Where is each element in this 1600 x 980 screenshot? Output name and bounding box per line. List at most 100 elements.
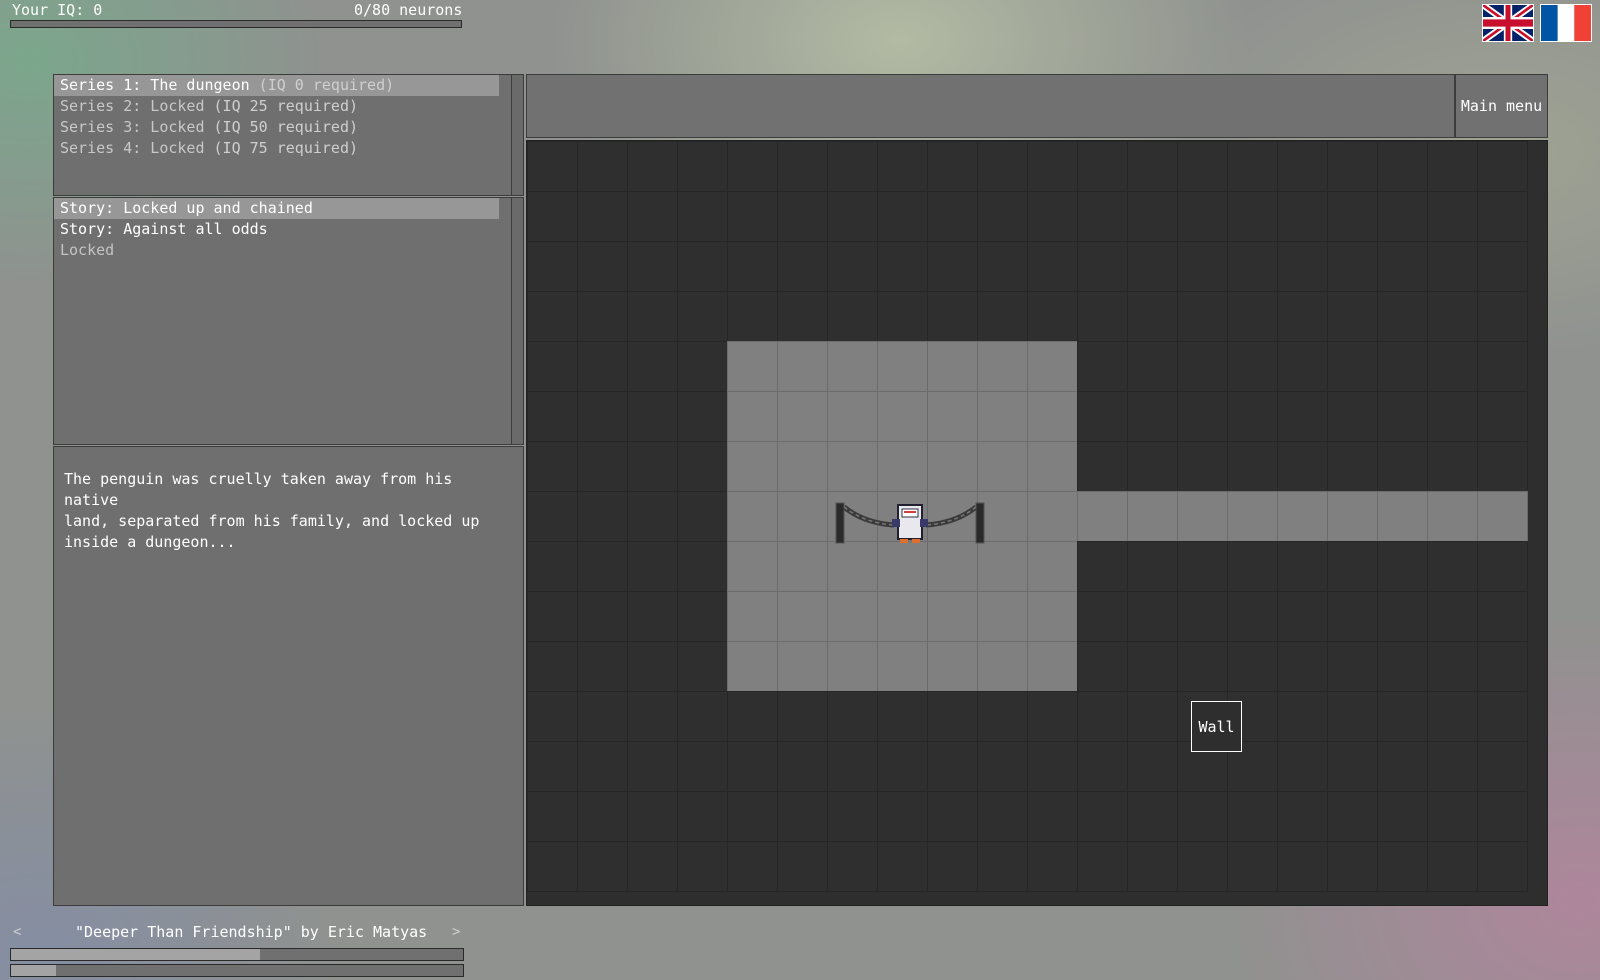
floor-tile[interactable] — [1227, 491, 1278, 542]
wall-tile[interactable] — [1327, 441, 1378, 492]
floor-tile[interactable] — [1027, 441, 1078, 492]
wall-tile[interactable] — [777, 741, 828, 792]
wall-tile[interactable] — [827, 291, 878, 342]
wall-tile[interactable] — [627, 641, 678, 692]
wall-tile[interactable] — [1427, 691, 1478, 742]
wall-tile[interactable] — [527, 441, 578, 492]
wall-tile[interactable] — [577, 491, 628, 542]
wall-tile[interactable] — [1077, 391, 1128, 442]
wall-tile[interactable] — [727, 191, 778, 242]
floor-tile[interactable] — [877, 641, 928, 692]
wall-tile[interactable] — [577, 341, 628, 392]
series-item[interactable]: Series 2: Locked (IQ 25 required) — [54, 96, 499, 117]
wall-tile[interactable] — [1027, 141, 1078, 192]
wall-tile[interactable] — [1177, 191, 1228, 242]
wall-tile[interactable] — [1227, 241, 1278, 292]
wall-tile[interactable] — [1477, 691, 1528, 742]
floor-tile[interactable] — [977, 641, 1028, 692]
wall-tile[interactable] — [527, 841, 578, 892]
wall-tile[interactable] — [727, 691, 778, 742]
wall-tile[interactable] — [1477, 241, 1528, 292]
wall-tile[interactable] — [1477, 441, 1528, 492]
wall-tile[interactable] — [1027, 791, 1078, 842]
floor-tile[interactable] — [827, 541, 878, 592]
wall-tile[interactable] — [727, 241, 778, 292]
wall-tile[interactable] — [677, 391, 728, 442]
wall-tile[interactable] — [777, 841, 828, 892]
wall-tile[interactable] — [627, 541, 678, 592]
series-item[interactable]: Series 4: Locked (IQ 75 required) — [54, 138, 499, 159]
floor-tile[interactable] — [727, 591, 778, 642]
wall-tile[interactable] — [827, 141, 878, 192]
wall-tile[interactable] — [577, 541, 628, 592]
floor-tile[interactable] — [877, 341, 928, 392]
wall-tile[interactable] — [927, 791, 978, 842]
wall-tile[interactable] — [977, 191, 1028, 242]
wall-tile[interactable] — [727, 741, 778, 792]
wall-tile[interactable] — [1477, 391, 1528, 442]
wall-tile[interactable] — [627, 141, 678, 192]
wall-tile[interactable] — [527, 341, 578, 392]
wall-tile[interactable] — [777, 291, 828, 342]
wall-tile[interactable] — [527, 691, 578, 742]
wall-tile[interactable] — [1377, 141, 1428, 192]
wall-tile[interactable] — [927, 241, 978, 292]
wall-tile[interactable] — [1227, 191, 1278, 242]
wall-tile[interactable] — [1377, 241, 1428, 292]
wall-tile[interactable] — [1127, 841, 1178, 892]
wall-tile[interactable] — [1377, 391, 1428, 442]
wall-tile[interactable] — [1477, 291, 1528, 342]
wall-tile[interactable] — [1427, 341, 1478, 392]
uk-flag-icon[interactable] — [1481, 1, 1535, 45]
story-item[interactable]: Story: Locked up and chained — [54, 198, 499, 219]
wall-tile[interactable] — [777, 141, 828, 192]
floor-tile[interactable] — [777, 491, 828, 542]
wall-tile[interactable] — [1377, 191, 1428, 242]
wall-tile[interactable] — [1027, 741, 1078, 792]
wall-tile[interactable] — [1477, 141, 1528, 192]
floor-tile[interactable] — [1327, 491, 1378, 542]
floor-tile[interactable] — [727, 441, 778, 492]
wall-tile[interactable] — [677, 591, 728, 642]
wall-tile[interactable] — [627, 841, 678, 892]
wall-tile[interactable] — [627, 191, 678, 242]
wall-tile[interactable] — [627, 591, 678, 642]
wall-tile[interactable] — [1477, 841, 1528, 892]
wall-tile[interactable] — [1077, 141, 1128, 192]
wall-tile[interactable] — [1227, 591, 1278, 642]
story-list-scrollbar[interactable] — [511, 198, 523, 444]
wall-tile[interactable] — [1377, 341, 1428, 392]
wall-tile[interactable] — [777, 191, 828, 242]
floor-tile[interactable] — [1377, 491, 1428, 542]
floor-tile[interactable] — [1027, 591, 1078, 642]
wall-tile[interactable] — [1127, 341, 1178, 392]
wall-tile[interactable] — [1227, 341, 1278, 392]
wall-tile[interactable] — [627, 491, 678, 542]
wall-tile[interactable] — [1227, 291, 1278, 342]
wall-tile[interactable] — [577, 641, 628, 692]
wall-tile[interactable] — [1177, 341, 1228, 392]
floor-tile[interactable] — [1027, 491, 1078, 542]
series-item[interactable]: Series 3: Locked (IQ 50 required) — [54, 117, 499, 138]
wall-tile[interactable] — [1077, 591, 1128, 642]
wall-tile[interactable] — [1277, 141, 1328, 192]
floor-tile[interactable] — [927, 641, 978, 692]
wall-tile[interactable] — [1027, 841, 1078, 892]
wall-tile[interactable] — [1277, 241, 1328, 292]
track-progress-bar[interactable] — [10, 948, 464, 961]
wall-tile[interactable] — [1327, 841, 1378, 892]
series-list-scrollbar[interactable] — [511, 75, 523, 195]
wall-tile[interactable] — [1327, 391, 1378, 442]
wall-tile[interactable] — [1077, 441, 1128, 492]
floor-tile[interactable] — [1027, 391, 1078, 442]
floor-tile[interactable] — [1477, 491, 1528, 542]
wall-tile[interactable] — [527, 241, 578, 292]
wall-tile[interactable] — [1027, 691, 1078, 742]
wall-tile[interactable] — [727, 841, 778, 892]
wall-tile[interactable] — [1377, 791, 1428, 842]
wall-tile[interactable] — [627, 741, 678, 792]
wall-tile[interactable] — [1077, 791, 1128, 842]
wall-tile[interactable] — [677, 341, 728, 392]
wall-tile[interactable] — [1077, 741, 1128, 792]
wall-tile[interactable] — [977, 241, 1028, 292]
